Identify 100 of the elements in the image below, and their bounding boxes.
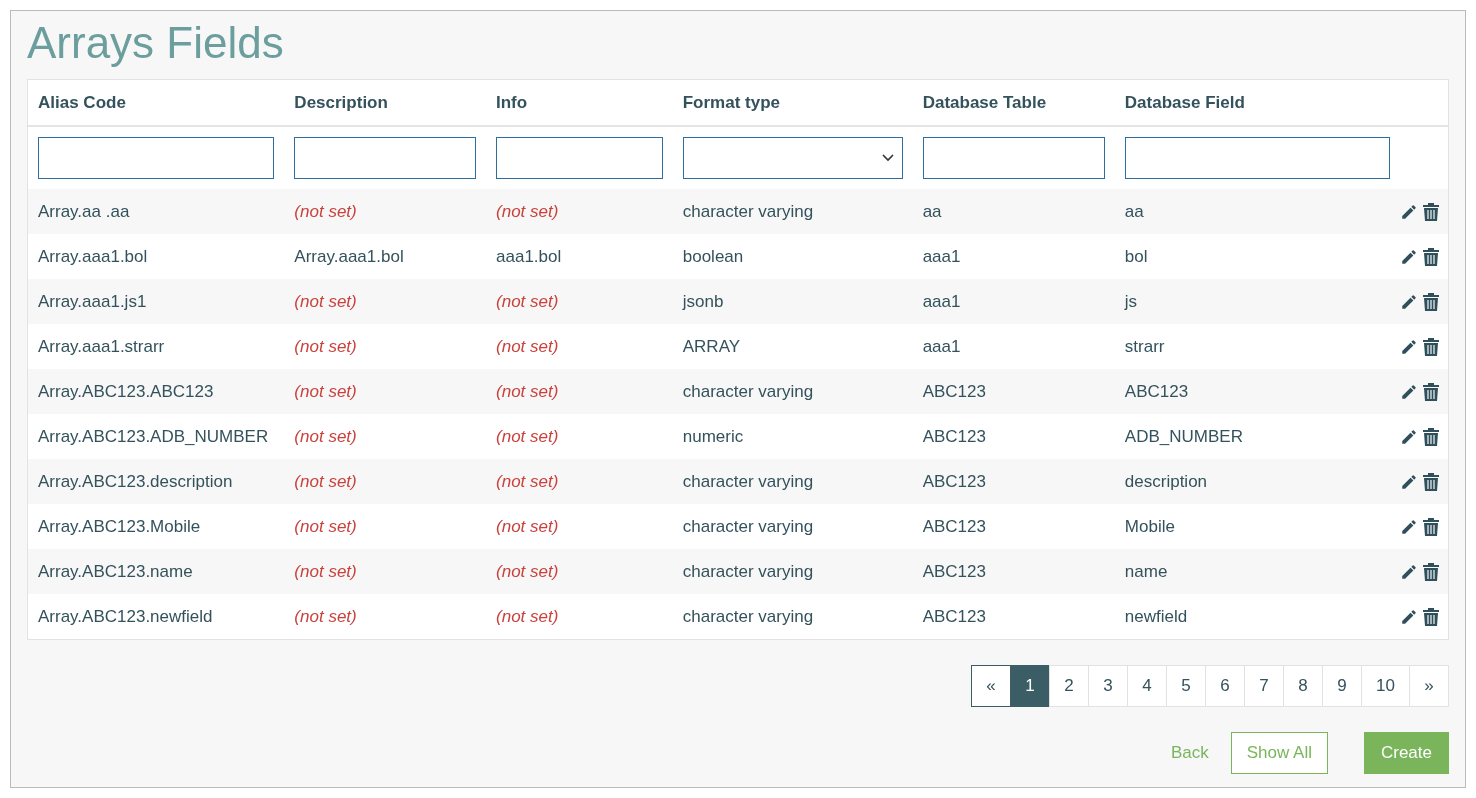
cell-text: ARRAY xyxy=(682,336,741,356)
page-link[interactable]: 8 xyxy=(1283,665,1324,707)
cell-text: numeric xyxy=(682,426,744,446)
not-set-text: (not set) xyxy=(294,336,357,356)
cell-text: js xyxy=(1124,291,1138,311)
page-link[interactable]: 5 xyxy=(1166,665,1207,707)
pencil-icon[interactable] xyxy=(1400,562,1418,581)
cell-text: aa xyxy=(922,201,942,221)
cell-text: boolean xyxy=(682,246,744,266)
page-link[interactable]: 9 xyxy=(1322,665,1363,707)
page-link[interactable]: 10 xyxy=(1361,665,1410,707)
cell-text: ABC123 xyxy=(922,381,986,401)
page-link[interactable]: 4 xyxy=(1127,665,1168,707)
page-title: Arrays Fields xyxy=(27,17,284,69)
trash-icon[interactable] xyxy=(1422,381,1440,402)
cell-text: ABC123 xyxy=(922,516,986,536)
not-set-text: (not set) xyxy=(496,201,559,221)
cell-text: Array.ABC123.newfield xyxy=(38,606,213,626)
cell-text: bol xyxy=(1124,246,1148,266)
not-set-text: (not set) xyxy=(496,606,559,626)
trash-icon[interactable] xyxy=(1422,291,1440,312)
cell-text: ABC123 xyxy=(1124,381,1189,401)
page-link[interactable]: 1 xyxy=(1010,665,1051,707)
filter-input[interactable] xyxy=(922,137,1105,179)
column-header: Info xyxy=(496,92,528,112)
cell-text: Array.aaa1.js1 xyxy=(38,291,147,311)
trash-icon[interactable] xyxy=(1422,516,1440,537)
page-link[interactable]: 6 xyxy=(1205,665,1246,707)
trash-icon[interactable] xyxy=(1422,246,1440,267)
cell-text: Array.ABC123.name xyxy=(38,561,193,581)
chevron-down-icon xyxy=(881,154,894,162)
filter-dropdown[interactable] xyxy=(682,137,903,179)
cell-text: ABC123 xyxy=(922,561,986,581)
not-set-text: (not set) xyxy=(496,561,559,581)
cell-text: jsonb xyxy=(682,291,724,311)
column-header: Alias Code xyxy=(38,92,126,112)
trash-icon[interactable] xyxy=(1422,201,1440,222)
page-link[interactable]: « xyxy=(971,665,1012,707)
pencil-icon[interactable] xyxy=(1400,427,1418,446)
not-set-text: (not set) xyxy=(496,336,559,356)
not-set-text: (not set) xyxy=(294,561,357,581)
pencil-icon[interactable] xyxy=(1400,337,1418,356)
cell-text: description xyxy=(1124,471,1208,491)
pencil-icon[interactable] xyxy=(1400,472,1418,491)
not-set-text: (not set) xyxy=(294,201,357,221)
not-set-text: (not set) xyxy=(294,516,357,536)
pencil-icon[interactable] xyxy=(1400,517,1418,536)
column-header: Database Field xyxy=(1124,92,1245,112)
not-set-text: (not set) xyxy=(496,381,559,401)
cell-text: strarr xyxy=(1124,336,1165,356)
cell-text: Array.ABC123.ABC123 xyxy=(38,381,214,401)
pencil-icon[interactable] xyxy=(1400,382,1418,401)
cell-text: ABC123 xyxy=(922,471,986,491)
cell-text: ADB_NUMBER xyxy=(1124,426,1243,446)
column-header: Database Table xyxy=(922,92,1047,112)
pencil-icon[interactable] xyxy=(1400,607,1418,626)
pencil-icon[interactable] xyxy=(1400,292,1418,311)
cell-text: newfield xyxy=(1124,606,1188,626)
trash-icon[interactable] xyxy=(1422,606,1440,627)
not-set-text: (not set) xyxy=(294,471,357,491)
filter-input[interactable] xyxy=(1124,137,1390,179)
trash-icon[interactable] xyxy=(1422,471,1440,492)
not-set-text: (not set) xyxy=(496,516,559,536)
cell-text: Array.ABC123.Mobile xyxy=(38,516,201,536)
filter-input[interactable] xyxy=(294,137,476,179)
cell-text: Array.aaa1.bol xyxy=(38,246,148,266)
cell-text: character varying xyxy=(682,471,814,491)
page-link[interactable]: » xyxy=(1409,665,1449,707)
trash-icon[interactable] xyxy=(1422,336,1440,357)
cell-text: Array.ABC123.description xyxy=(38,471,233,491)
cell-text: character varying xyxy=(682,381,814,401)
cell-text: Array.aa .aa xyxy=(38,201,130,221)
pencil-icon[interactable] xyxy=(1400,202,1418,221)
cell-text: aaa1 xyxy=(922,336,961,356)
page-link[interactable]: 7 xyxy=(1244,665,1285,707)
column-header: Format type xyxy=(682,92,781,112)
not-set-text: (not set) xyxy=(496,471,559,491)
cell-text: aa xyxy=(1124,201,1144,221)
filter-input[interactable] xyxy=(496,137,663,179)
not-set-text: (not set) xyxy=(496,426,559,446)
cell-text: Array.aaa1.bol xyxy=(294,246,404,266)
not-set-text: (not set) xyxy=(294,606,357,626)
not-set-text: (not set) xyxy=(294,291,357,311)
filter-input[interactable] xyxy=(38,137,275,179)
cell-text: aaa1.bol xyxy=(496,246,562,266)
cell-text: character varying xyxy=(682,606,814,626)
page-link[interactable]: 3 xyxy=(1088,665,1129,707)
trash-icon[interactable] xyxy=(1422,426,1440,447)
cell-text: ABC123 xyxy=(922,606,986,626)
trash-icon[interactable] xyxy=(1422,561,1440,582)
cell-text: character varying xyxy=(682,201,814,221)
pencil-icon[interactable] xyxy=(1400,247,1418,266)
cell-text: ABC123 xyxy=(922,426,986,446)
cell-text: name xyxy=(1124,561,1168,581)
cell-text: aaa1 xyxy=(922,291,961,311)
page-link[interactable]: 2 xyxy=(1049,665,1090,707)
not-set-text: (not set) xyxy=(496,291,559,311)
cell-text: Array.ABC123.ADB_NUMBER xyxy=(38,426,269,446)
not-set-text: (not set) xyxy=(294,381,357,401)
not-set-text: (not set) xyxy=(294,426,357,446)
